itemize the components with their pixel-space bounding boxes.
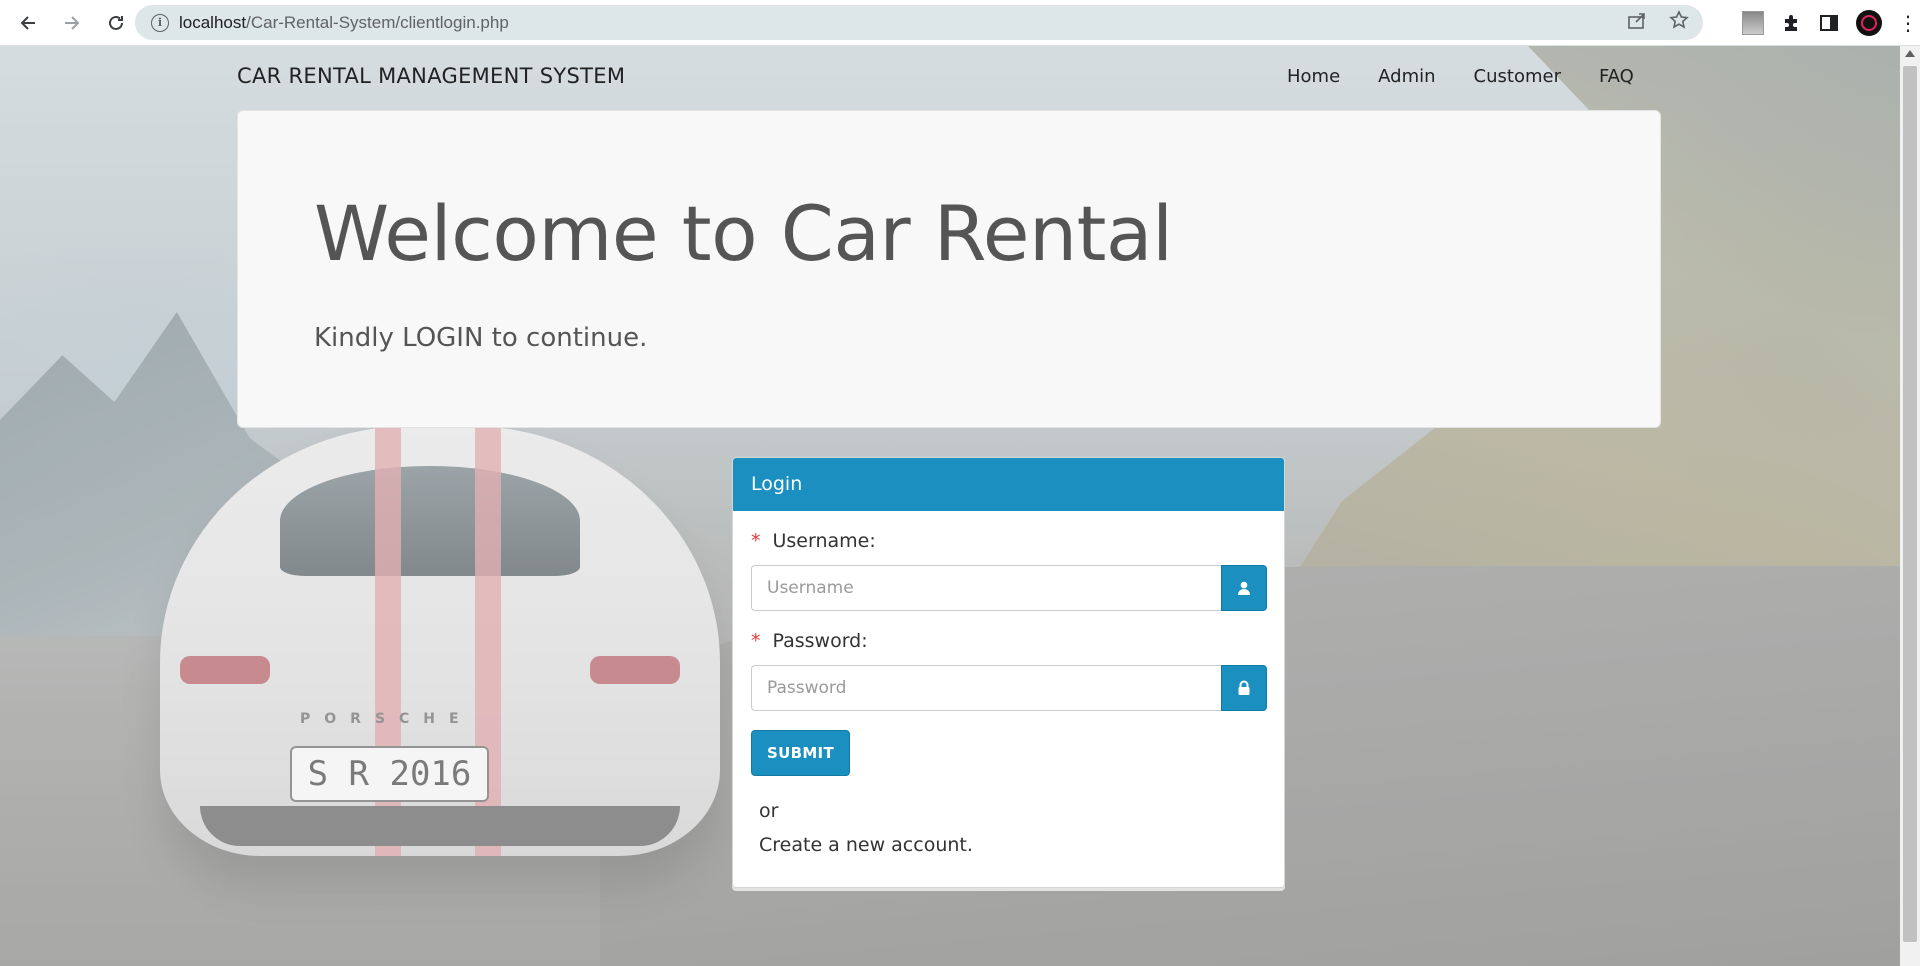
password-input-group: [751, 665, 1267, 711]
reload-icon[interactable]: [96, 3, 136, 43]
username-label-text: Username:: [772, 530, 876, 552]
url-text[interactable]: localhost/Car-Rental-System/clientlogin.…: [179, 13, 509, 33]
nav-admin[interactable]: Admin: [1359, 66, 1454, 87]
address-bar-actions: [1627, 5, 1689, 40]
nav-faq[interactable]: FAQ: [1580, 66, 1653, 87]
submit-button[interactable]: SUBMIT: [751, 730, 850, 776]
lock-icon: [1221, 665, 1267, 711]
login-panel-heading: Login: [733, 458, 1284, 511]
required-marker: *: [751, 530, 761, 552]
or-text: or: [759, 800, 779, 822]
page-scrollbar[interactable]: [1900, 46, 1920, 966]
password-label-text: Password:: [772, 630, 868, 652]
url-host: localhost: [179, 12, 247, 32]
site-info-icon[interactable]: i: [151, 13, 169, 32]
site-brand[interactable]: CAR RENTAL MANAGEMENT SYSTEM: [237, 64, 625, 88]
password-input[interactable]: [751, 665, 1221, 711]
browser-nav-buttons: [8, 3, 136, 43]
share-icon[interactable]: [1627, 11, 1647, 34]
page-viewport: PORSCHE S R 2016 CAR RENTAL MANAGEMENT S…: [0, 46, 1900, 966]
extensions-area: ⋮: [1742, 0, 1918, 45]
more-menu-icon[interactable]: ⋮: [1898, 11, 1918, 35]
extension-photo-icon[interactable]: [1742, 10, 1764, 35]
scrollbar-thumb[interactable]: [1903, 66, 1917, 942]
login-panel: Login * Username: * Password: SUBMIT or Cr…: [732, 457, 1285, 888]
forward-arrow-icon[interactable]: [52, 3, 92, 43]
scroll-up-arrow-icon[interactable]: [1905, 50, 1915, 57]
profile-avatar-icon[interactable]: [1856, 9, 1882, 36]
back-arrow-icon[interactable]: [8, 3, 48, 43]
nav-customer[interactable]: Customer: [1455, 66, 1580, 87]
address-bar[interactable]: i localhost/Car-Rental-System/clientlogi…: [135, 5, 1703, 40]
url-path: /Car-Rental-System/clientlogin.php: [246, 12, 509, 32]
username-input-group: [751, 565, 1267, 611]
create-account-link[interactable]: Create a new account.: [759, 834, 973, 856]
site-nav: Home Admin Customer FAQ: [1268, 66, 1653, 87]
side-panel-icon[interactable]: [1818, 12, 1840, 34]
required-marker: *: [751, 630, 761, 652]
page-title: Welcome to Car Rental: [314, 189, 1173, 278]
username-input[interactable]: [751, 565, 1221, 611]
browser-toolbar: i localhost/Car-Rental-System/clientlogi…: [0, 0, 1920, 46]
extension-puzzle-icon[interactable]: [1780, 12, 1802, 34]
page-subtitle: Kindly LOGIN to continue.: [314, 323, 648, 353]
user-icon: [1221, 565, 1267, 611]
welcome-jumbotron: Welcome to Car Rental Kindly LOGIN to co…: [237, 110, 1661, 428]
nav-home[interactable]: Home: [1268, 66, 1359, 87]
username-label: * Username:: [751, 530, 876, 552]
bookmark-star-icon[interactable]: [1669, 10, 1689, 35]
password-label: * Password:: [751, 630, 868, 652]
